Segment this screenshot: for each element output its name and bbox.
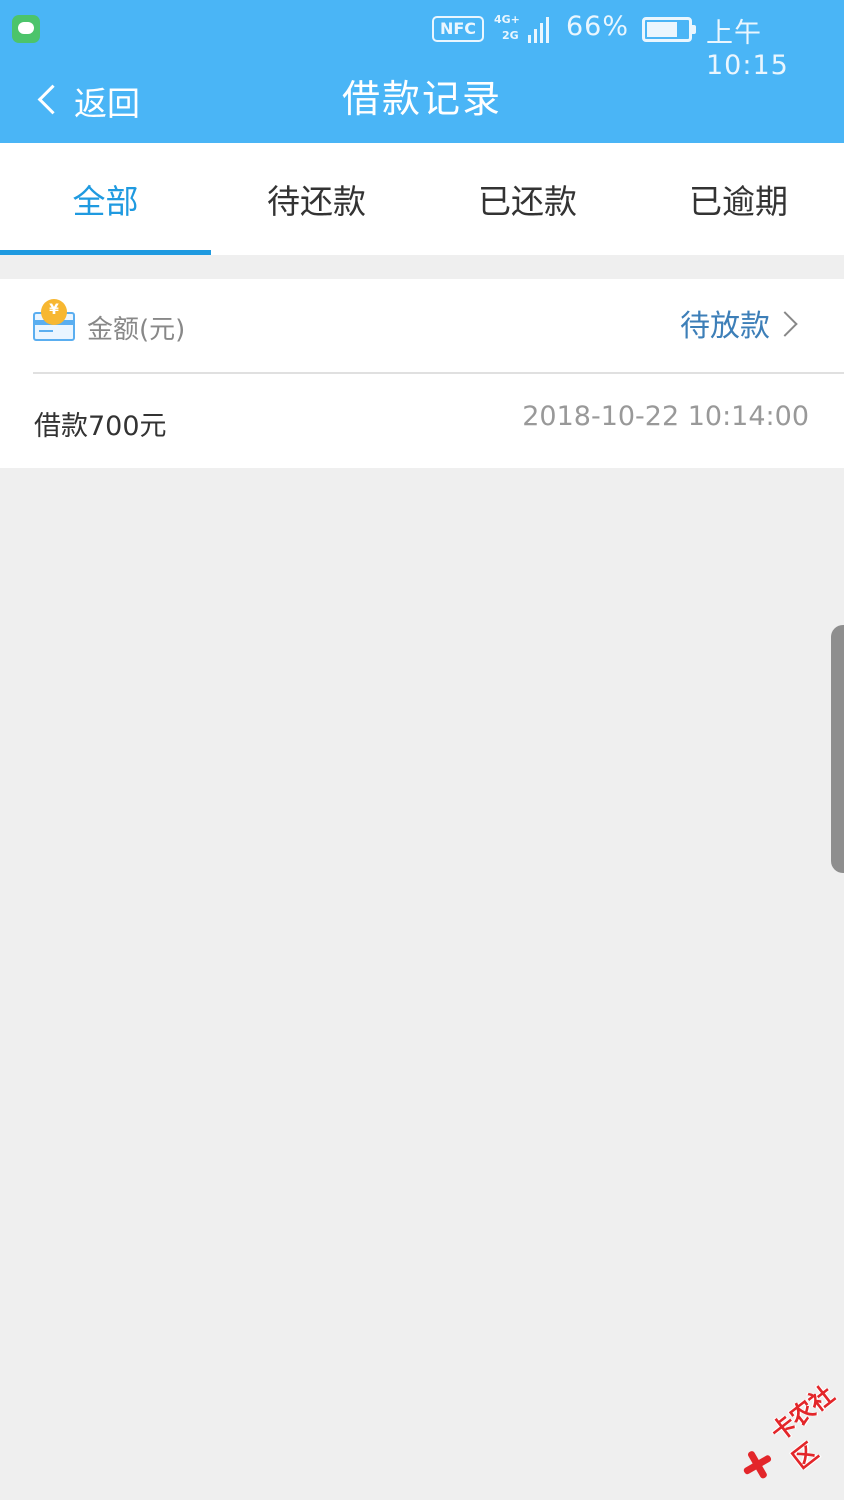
watermark-logo-icon: [737, 1445, 778, 1486]
loan-description: 借款700元: [34, 411, 167, 442]
title-bar: 返回 借款记录: [0, 58, 844, 143]
wallet-icon: ¥: [33, 299, 75, 341]
chevron-right-icon[interactable]: [776, 311, 798, 333]
tab-bar: 全部 待还款 已还款 已逾期: [0, 143, 844, 255]
loan-record-header[interactable]: ¥ 金额(元) 待放款: [0, 279, 844, 374]
loan-record-card[interactable]: ¥ 金额(元) 待放款 借款700元 2018-10-22 10:14:00: [0, 279, 844, 468]
tab-pending-repayment[interactable]: 待还款: [211, 143, 422, 255]
coin-icon: ¥: [41, 299, 67, 325]
nfc-indicator: NFC: [432, 16, 484, 42]
app-header: NFC 4G+ 2G 66% 上午10:15 返回 借款记录: [0, 0, 844, 143]
divider: [33, 372, 844, 374]
status-bar: NFC 4G+ 2G 66% 上午10:15: [0, 0, 844, 81]
amount-label: 金额(元): [87, 315, 186, 345]
signal-bars-icon: [528, 15, 554, 43]
loan-status[interactable]: 待放款: [680, 301, 770, 345]
edge-panel-handle[interactable]: [831, 625, 844, 873]
tab-all[interactable]: 全部: [0, 143, 211, 255]
network-type-primary: 4G+: [494, 13, 520, 26]
network-indicator: 4G+ 2G: [494, 13, 558, 45]
watermark-text: 卡农社区: [765, 1380, 840, 1475]
battery-icon: [642, 17, 696, 42]
message-app-icon: [12, 15, 40, 43]
battery-percent: 66%: [566, 11, 630, 42]
page-title: 借款记录: [341, 77, 502, 121]
loan-datetime: 2018-10-22 10:14:00: [522, 401, 809, 432]
tab-repaid[interactable]: 已还款: [422, 143, 633, 255]
network-type-secondary: 2G: [502, 29, 519, 42]
tab-overdue[interactable]: 已逾期: [633, 143, 844, 255]
